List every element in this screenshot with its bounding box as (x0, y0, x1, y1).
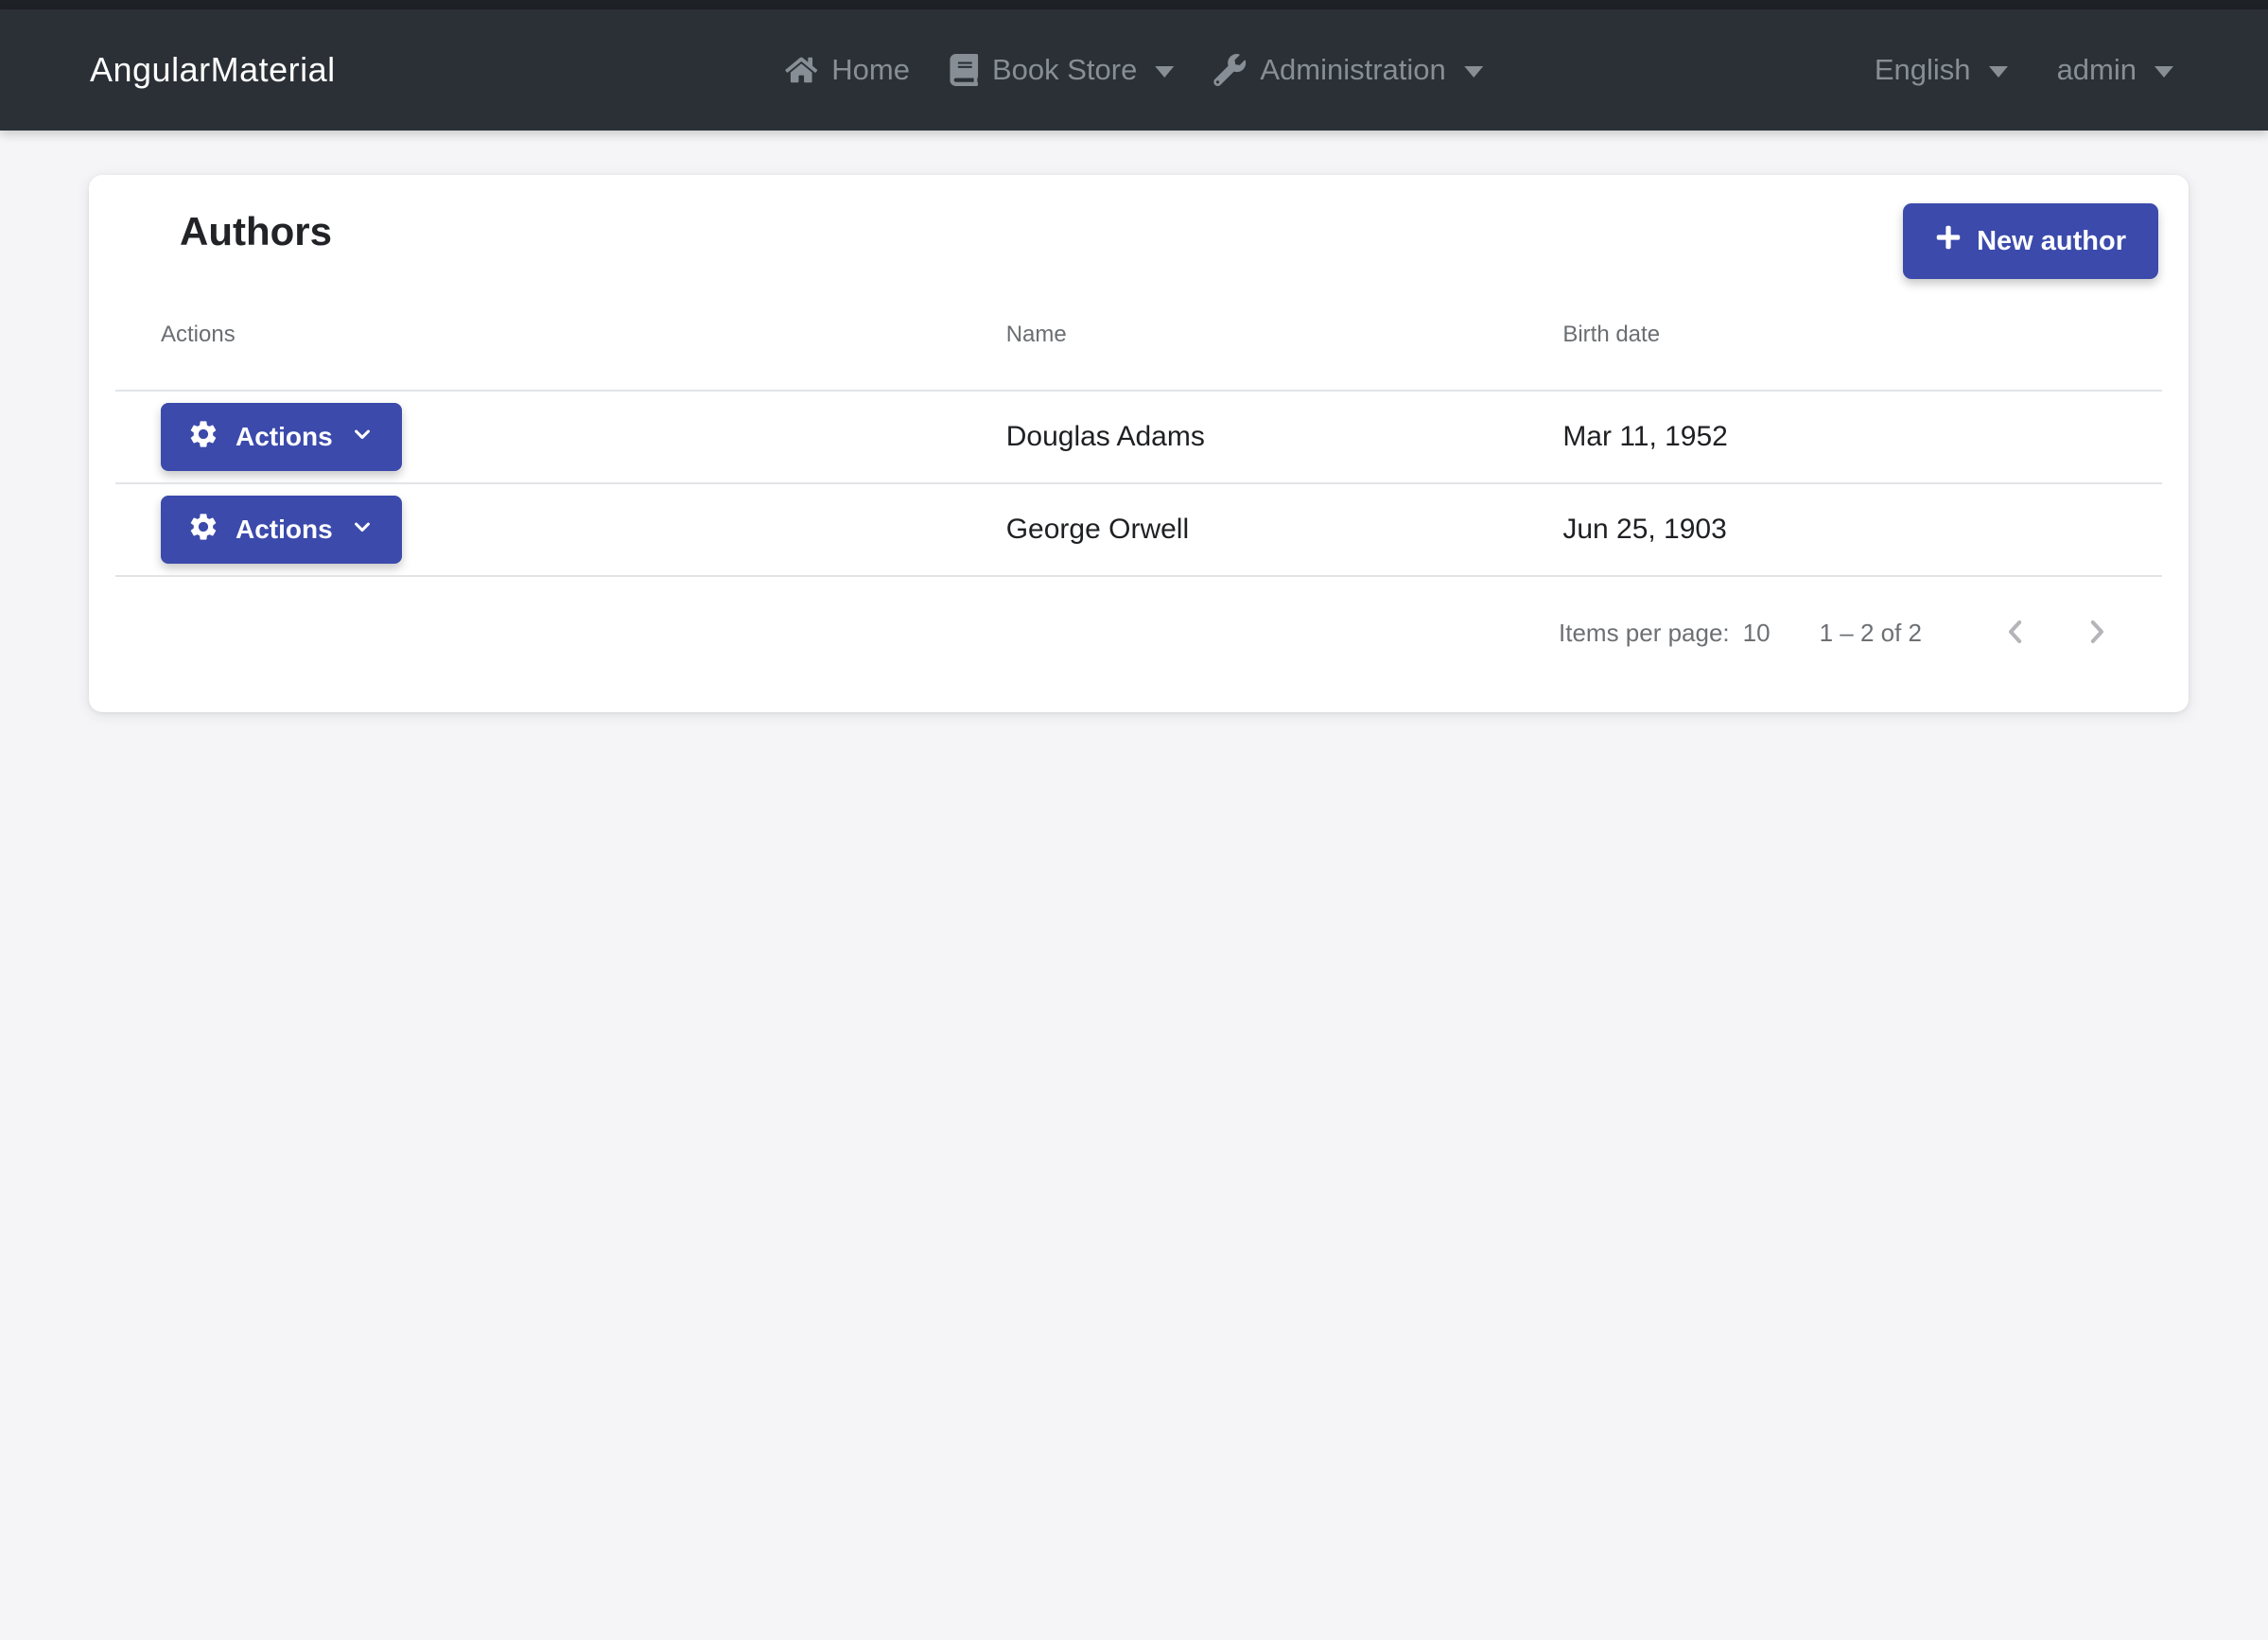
column-header-birth-date: Birth date (1517, 279, 2162, 392)
row-actions-button[interactable]: Actions (161, 403, 402, 471)
table-row: Actions Douglas Adams Mar 11, 1952 (115, 391, 2162, 484)
chevron-down-icon (349, 514, 375, 547)
main-navigation: Home Book Store Administration (785, 53, 1483, 87)
authors-table: Actions Name Birth date Actions Douglas … (115, 279, 2162, 577)
nav-item-administration[interactable]: Administration (1213, 53, 1483, 87)
new-author-button[interactable]: New author (1903, 203, 2158, 279)
new-author-button-label: New author (1977, 225, 2126, 256)
caret-down-icon (2155, 66, 2173, 78)
page-title: Authors (180, 209, 332, 253)
card-header: Authors New author (89, 175, 2189, 279)
language-menu[interactable]: English (1875, 53, 2008, 87)
user-menu[interactable]: admin (2057, 53, 2173, 87)
nav-item-label: Book Store (991, 53, 1138, 86)
row-actions-label: Actions (236, 515, 333, 544)
nav-item-home[interactable]: Home (785, 53, 910, 87)
authors-table-wrapper: Actions Name Birth date Actions Douglas … (115, 279, 2162, 577)
username-label: admin (2056, 53, 2137, 86)
author-birth-date: Mar 11, 1952 (1517, 391, 2162, 484)
home-icon (785, 54, 818, 86)
table-header-row: Actions Name Birth date (115, 279, 2162, 392)
caret-down-icon (1155, 66, 1175, 78)
app-brand[interactable]: AngularMaterial (90, 50, 336, 90)
plus-icon (1935, 224, 1962, 258)
row-actions-button[interactable]: Actions (161, 496, 402, 564)
chevron-right-icon (2078, 613, 2116, 654)
top-navbar: AngularMaterial Home Book Store Administ… (0, 9, 2268, 131)
nav-item-book-store[interactable]: Book Store (950, 53, 1175, 87)
wrench-icon (1213, 54, 1247, 86)
nav-item-label: Administration (1260, 53, 1446, 86)
row-actions-label: Actions (236, 422, 333, 451)
navbar-right: English admin (1875, 53, 2173, 87)
chevron-left-icon (1997, 613, 2034, 654)
caret-down-icon (1463, 66, 1483, 78)
column-header-name: Name (960, 279, 1518, 392)
author-name: George Orwell (960, 483, 1518, 577)
items-per-page-label: Items per page: (1559, 618, 1730, 647)
gear-icon (187, 511, 219, 550)
author-name: Douglas Adams (960, 391, 1518, 484)
next-page-button[interactable] (2060, 596, 2134, 670)
language-label: English (1874, 53, 1971, 86)
column-header-actions: Actions (115, 279, 961, 392)
window-top-edge (0, 0, 2268, 9)
chevron-down-icon (349, 421, 375, 454)
paginator: Items per page: 10 1 – 2 of 2 (89, 577, 2189, 713)
previous-page-button[interactable] (1979, 596, 2052, 670)
nav-item-label: Home (831, 53, 910, 86)
caret-down-icon (1988, 66, 2008, 78)
page-range-label: 1 – 2 of 2 (1819, 618, 1922, 647)
table-row: Actions George Orwell Jun 25, 1903 (115, 483, 2162, 577)
book-icon (950, 54, 978, 86)
author-birth-date: Jun 25, 1903 (1517, 483, 2162, 577)
page-size-value: 10 (1742, 618, 1771, 647)
authors-card: Authors New author Actions Name Birth da… (89, 175, 2189, 712)
gear-icon (187, 418, 219, 457)
